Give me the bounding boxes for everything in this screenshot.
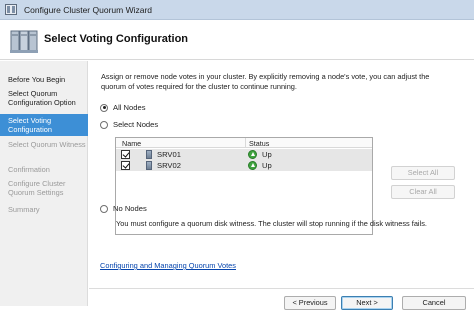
- column-header-status[interactable]: Status: [249, 139, 269, 148]
- next-button[interactable]: Next >: [341, 296, 393, 310]
- step-configure-cluster-quorum-settings: Configure Cluster Quorum Settings: [8, 179, 66, 197]
- witness-note: You must configure a quorum disk witness…: [116, 219, 427, 228]
- description-text: Assign or remove node votes in your clus…: [101, 72, 430, 91]
- main-content: Assign or remove node votes in your clus…: [89, 61, 474, 295]
- server-icon: [146, 150, 152, 159]
- cluster-servers-icon: [10, 30, 38, 53]
- all-nodes-radio[interactable]: [100, 103, 108, 112]
- footer-divider: [89, 288, 474, 289]
- page-title: Select Voting Configuration: [44, 33, 189, 45]
- all-nodes-option[interactable]: All Nodes: [100, 102, 146, 113]
- quorum-votes-help-link[interactable]: Configuring and Managing Quorum Votes: [100, 261, 236, 270]
- title-bar: Configure Cluster Quorum Wizard: [0, 0, 474, 20]
- wizard-steps-sidebar: Before You Begin Select Quorum Configura…: [0, 61, 88, 306]
- table-row[interactable]: SRV01 Up: [116, 149, 372, 160]
- no-nodes-option[interactable]: No Nodes: [100, 203, 147, 214]
- select-nodes-label[interactable]: Select Nodes: [113, 120, 158, 129]
- status-up-icon: [248, 150, 257, 159]
- all-nodes-label[interactable]: All Nodes: [113, 103, 146, 112]
- column-header-name[interactable]: Name: [122, 139, 141, 148]
- select-nodes-option[interactable]: Select Nodes: [100, 119, 158, 130]
- table-header: Name Status: [116, 138, 372, 148]
- step-summary: Summary: [8, 205, 40, 214]
- status-up-icon: [248, 161, 257, 170]
- node-status: Up: [262, 161, 272, 170]
- cluster-app-icon: [5, 4, 17, 15]
- node-name: SRV02: [157, 161, 181, 170]
- step-select-quorum-witness: Select Quorum Witness: [8, 140, 86, 149]
- cancel-button[interactable]: Cancel: [402, 296, 466, 310]
- step-confirmation: Confirmation: [8, 165, 50, 174]
- node-checkbox-srv01[interactable]: [121, 150, 130, 159]
- node-name: SRV01: [157, 150, 181, 159]
- clear-all-button[interactable]: Clear All: [391, 185, 455, 199]
- step-before-you-begin[interactable]: Before You Begin: [0, 75, 88, 84]
- no-nodes-label[interactable]: No Nodes: [113, 204, 147, 213]
- step-select-quorum-configuration-option[interactable]: Select Quorum Configuration Option: [0, 89, 88, 107]
- wizard-header: Select Voting Configuration: [0, 20, 474, 60]
- step-select-voting-configuration[interactable]: Select Voting Configuration: [0, 114, 88, 136]
- node-checkbox-srv02[interactable]: [121, 161, 130, 170]
- previous-button[interactable]: < Previous: [284, 296, 336, 310]
- server-icon: [146, 161, 152, 170]
- select-all-button[interactable]: Select All: [391, 166, 455, 180]
- column-divider: [245, 138, 246, 148]
- window-title: Configure Cluster Quorum Wizard: [24, 5, 153, 15]
- select-nodes-radio[interactable]: [100, 120, 108, 129]
- no-nodes-radio[interactable]: [100, 204, 108, 213]
- node-status: Up: [262, 150, 272, 159]
- table-row[interactable]: SRV02 Up: [116, 160, 372, 171]
